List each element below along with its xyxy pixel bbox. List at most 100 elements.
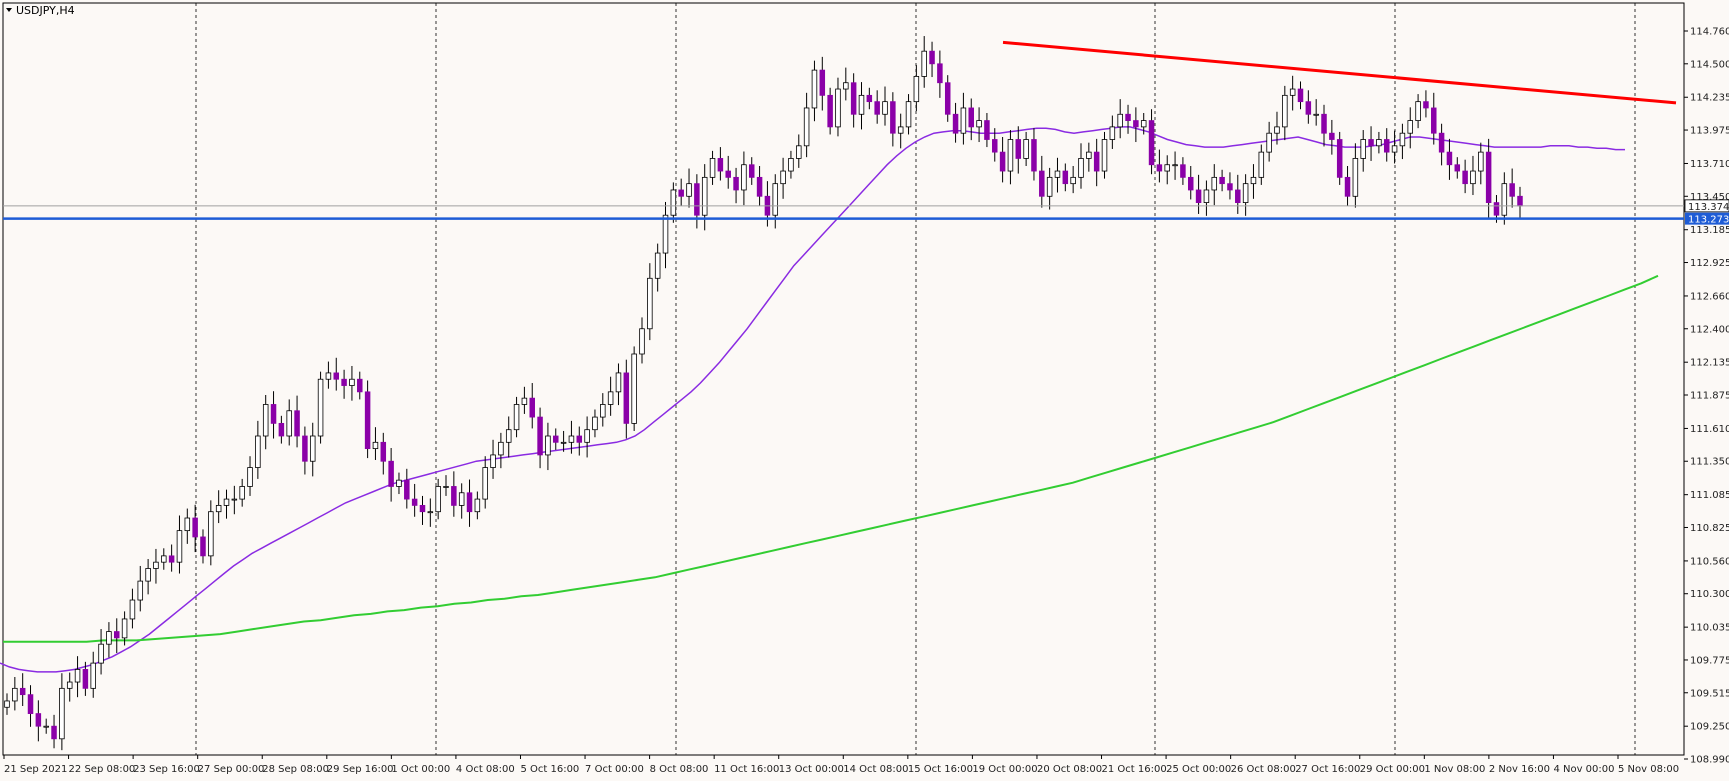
x-tick-label: 5 Oct 16:00 bbox=[520, 764, 579, 775]
candle-body bbox=[984, 120, 990, 140]
x-tick-label: 4 Oct 08:00 bbox=[456, 764, 515, 775]
candle-body bbox=[944, 82, 951, 115]
candle-body bbox=[12, 687, 18, 702]
y-tick-label: 113.185 bbox=[1690, 225, 1729, 236]
symbol-label: USDJPY,H4 bbox=[16, 4, 75, 17]
candle-body bbox=[1415, 101, 1421, 121]
candle-body bbox=[1133, 120, 1139, 128]
x-tick-label: 27 Sep 00:00 bbox=[198, 764, 265, 775]
y-tick-label: 108.990 bbox=[1690, 755, 1729, 766]
candle-body bbox=[1344, 176, 1351, 197]
candle-body bbox=[866, 94, 873, 103]
chart-background bbox=[0, 0, 1729, 781]
x-tick-label: 8 Oct 08:00 bbox=[650, 764, 709, 775]
candle-body bbox=[670, 189, 677, 216]
candle-body bbox=[1282, 94, 1288, 128]
candle-body bbox=[976, 120, 982, 128]
candle-body bbox=[1007, 139, 1014, 172]
candle-body bbox=[215, 504, 222, 513]
candle-body bbox=[1164, 164, 1170, 172]
y-tick-label: 111.875 bbox=[1690, 391, 1729, 402]
candle-body bbox=[1148, 120, 1155, 166]
candle-body bbox=[819, 69, 826, 96]
candle-body bbox=[1493, 202, 1500, 216]
candle-body bbox=[576, 435, 583, 443]
x-tick-label: 4 Nov 00:00 bbox=[1553, 764, 1614, 775]
candle-body bbox=[905, 101, 912, 128]
candle-body bbox=[811, 69, 818, 109]
candle-body bbox=[1109, 126, 1116, 140]
candle-body bbox=[882, 101, 888, 115]
candle-body bbox=[200, 536, 206, 557]
candle-body bbox=[1438, 132, 1445, 153]
candle-body bbox=[858, 94, 865, 115]
candle-body bbox=[874, 101, 880, 115]
candle-body bbox=[1274, 126, 1280, 134]
y-tick-label: 114.760 bbox=[1690, 27, 1729, 38]
candle-body bbox=[1235, 189, 1241, 203]
x-tick-label: 15 Oct 16:00 bbox=[908, 764, 973, 775]
candle-body bbox=[66, 681, 73, 689]
candle-body bbox=[372, 441, 379, 450]
candle-body bbox=[1101, 139, 1108, 172]
candle-body bbox=[98, 643, 104, 664]
candle-body bbox=[1470, 170, 1476, 185]
candle-body bbox=[404, 479, 410, 500]
candle-body bbox=[1352, 158, 1359, 197]
x-tick-label: 23 Sep 16:00 bbox=[133, 764, 200, 775]
candle-body bbox=[451, 486, 457, 506]
price-chart[interactable]: 114.760114.500114.235113.975113.710113.4… bbox=[0, 0, 1729, 781]
candle-body bbox=[51, 725, 57, 740]
candle-body bbox=[827, 94, 833, 128]
candle-body bbox=[106, 631, 112, 645]
candle-body bbox=[309, 435, 316, 462]
y-tick-label: 109.515 bbox=[1690, 688, 1729, 699]
y-tick-label: 110.560 bbox=[1690, 556, 1729, 567]
candle-body bbox=[1156, 164, 1163, 172]
y-tick-label: 111.350 bbox=[1690, 457, 1729, 468]
candle-body bbox=[717, 158, 724, 172]
x-tick-label: 1 Oct 00:00 bbox=[391, 764, 450, 775]
candle-body bbox=[1517, 195, 1523, 207]
candle-body bbox=[192, 517, 198, 538]
candle-body bbox=[90, 662, 96, 689]
candle-body bbox=[223, 498, 230, 506]
candle-body bbox=[560, 441, 567, 444]
candle-body bbox=[537, 416, 543, 456]
candle-body bbox=[553, 435, 559, 443]
candle-body bbox=[584, 429, 590, 443]
candle-body bbox=[545, 435, 551, 456]
candle-body bbox=[1454, 164, 1461, 172]
candle-body bbox=[1093, 151, 1100, 172]
candle-body bbox=[647, 277, 653, 330]
candle-body bbox=[1070, 176, 1076, 185]
y-tick-label: 111.610 bbox=[1690, 424, 1729, 435]
candle-body bbox=[270, 404, 277, 424]
candle-body bbox=[678, 189, 684, 197]
candle-body bbox=[788, 158, 794, 172]
candle-body bbox=[474, 498, 481, 513]
y-tick-label: 114.235 bbox=[1690, 93, 1729, 104]
candle-body bbox=[843, 82, 849, 90]
candle-body bbox=[780, 170, 786, 185]
candle-body bbox=[505, 429, 512, 443]
candle-body bbox=[1321, 113, 1327, 134]
candle-body bbox=[1407, 120, 1414, 134]
candle-body bbox=[43, 725, 49, 728]
candle-body bbox=[1266, 132, 1272, 153]
candle-body bbox=[498, 441, 504, 456]
x-tick-label: 14 Oct 08:00 bbox=[843, 764, 908, 775]
symbol-header[interactable]: USDJPY,H4 bbox=[6, 4, 75, 17]
candle-body bbox=[835, 88, 841, 128]
x-tick-label: 7 Oct 00:00 bbox=[585, 764, 644, 775]
candle-body bbox=[1039, 170, 1045, 197]
candle-body bbox=[529, 397, 535, 418]
y-tick-label: 114.500 bbox=[1690, 59, 1729, 70]
candle-body bbox=[1046, 176, 1053, 197]
candle-body bbox=[1242, 183, 1249, 203]
candle-body bbox=[466, 492, 473, 513]
candle-body bbox=[458, 492, 465, 506]
candle-body bbox=[937, 63, 943, 84]
candle-body bbox=[1501, 183, 1508, 216]
candle-body bbox=[490, 454, 496, 468]
